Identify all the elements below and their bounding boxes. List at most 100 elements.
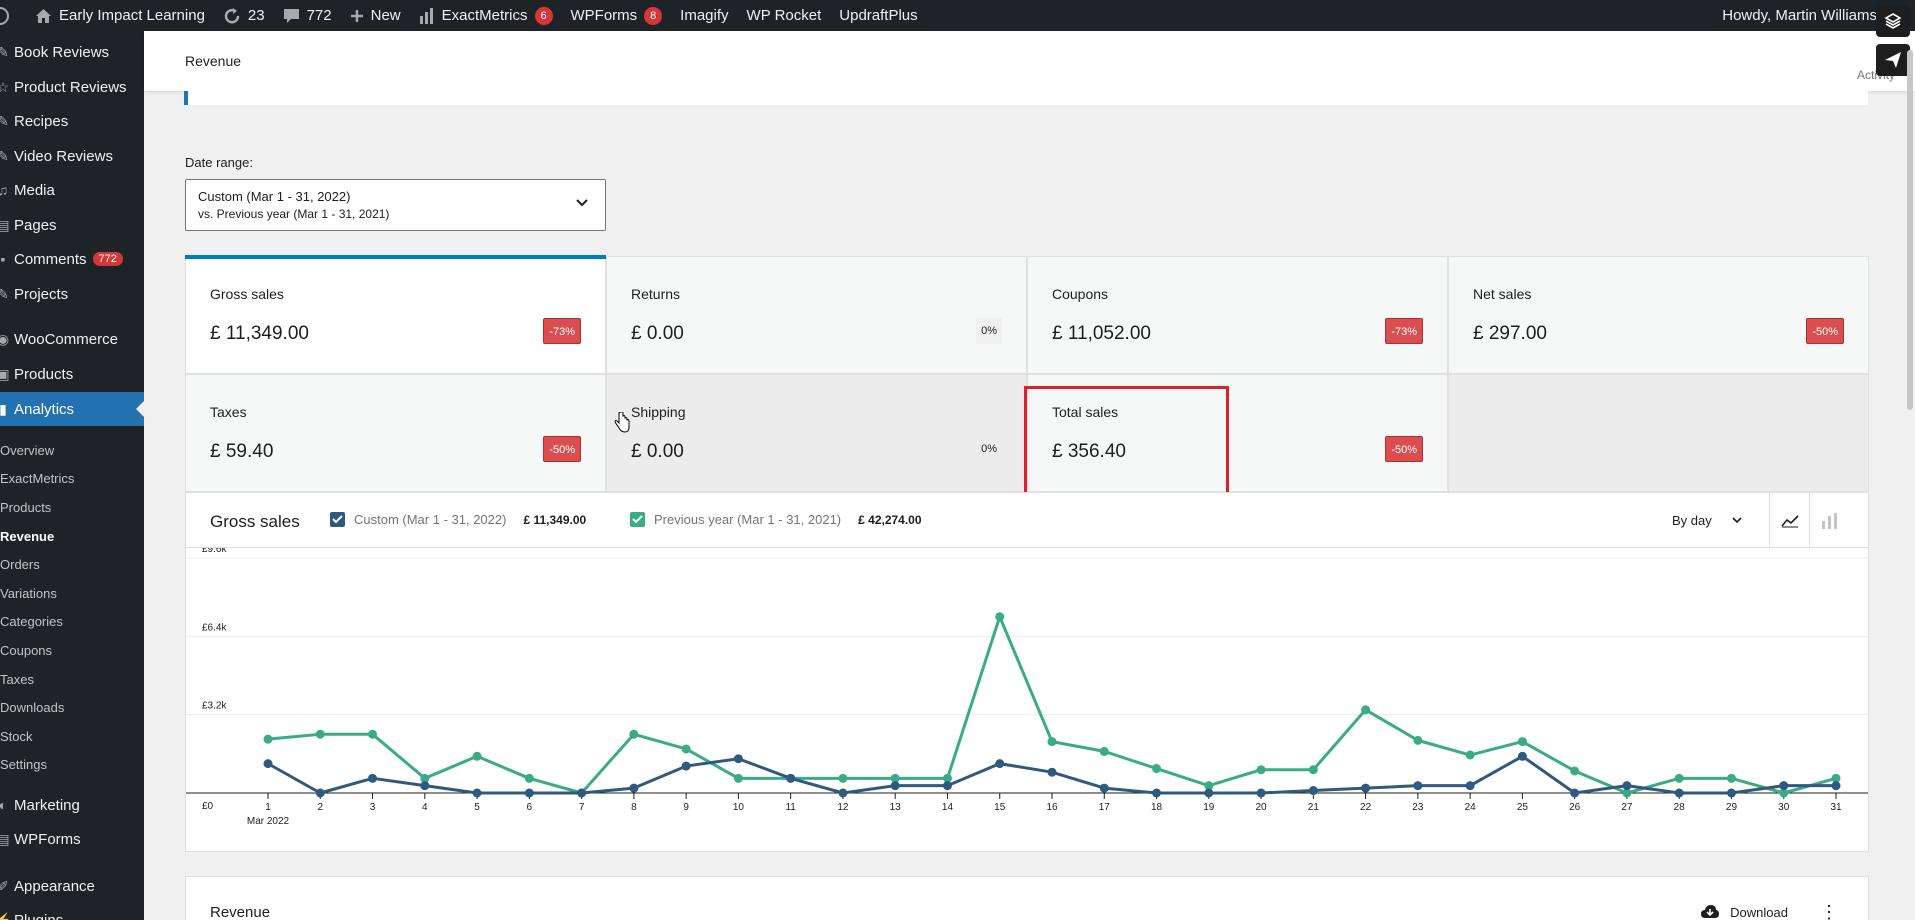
- sidebar-item-label: Appearance: [14, 877, 95, 895]
- data-point-current: [681, 761, 691, 771]
- chart-header: Gross sales Custom (Mar 1 - 31, 2022) £ …: [186, 493, 1868, 548]
- date-range-dropdown[interactable]: Custom (Mar 1 - 31, 2022) vs. Previous y…: [185, 179, 606, 231]
- submenu-revenue[interactable]: Revenue: [0, 529, 54, 544]
- data-point-previous: [838, 773, 848, 783]
- sidebar-item-appearance[interactable]: ✐ Appearance: [0, 869, 144, 903]
- wprocket-menu[interactable]: WP Rocket: [738, 0, 831, 31]
- x-tick-label: 25: [1517, 802, 1529, 813]
- send-button[interactable]: [1876, 44, 1910, 76]
- pin-icon: ✎: [0, 112, 9, 129]
- submenu-categories[interactable]: Categories: [0, 614, 63, 629]
- summary-tile-returns[interactable]: Returns £ 0.00 0%: [606, 256, 1027, 374]
- sidebar-item-products[interactable]: ▣ Products: [0, 357, 144, 391]
- page-scrollbar[interactable]: [1907, 50, 1913, 410]
- hand-cursor-icon: [614, 412, 630, 433]
- exactmetrics-menu[interactable]: ExactMetrics 6: [410, 0, 562, 31]
- data-point-current: [733, 754, 743, 764]
- sidebar-item-label: Media: [14, 181, 55, 199]
- submenu-exactmetrics[interactable]: ExactMetrics: [0, 471, 74, 486]
- summary-tile-shipping[interactable]: Shipping £ 0.00 0%: [606, 374, 1027, 492]
- legend-current[interactable]: Custom (Mar 1 - 31, 2022) £ 11,349.00: [330, 512, 586, 527]
- sidebar-item-wpforms[interactable]: ▤ WPForms: [0, 822, 144, 856]
- x-tick-label: 18: [1151, 802, 1163, 813]
- download-button[interactable]: Download: [1700, 904, 1788, 920]
- data-point-current: [1099, 783, 1109, 793]
- x-tick-label: 5: [474, 802, 480, 813]
- comments-count: 772: [306, 7, 332, 24]
- data-point-current: [420, 781, 430, 791]
- wpforms-menu[interactable]: WPForms 8: [562, 0, 672, 31]
- submenu-stock[interactable]: Stock: [0, 729, 33, 744]
- exactmetrics-badge: 6: [534, 6, 553, 25]
- submenu-overview[interactable]: Overview: [0, 443, 54, 458]
- tile-value: £ 59.40: [210, 441, 274, 462]
- summary-tile-empty: [1448, 374, 1869, 492]
- sidebar-item-comments[interactable]: ▪ Comments 772: [0, 242, 144, 276]
- comments-menu[interactable]: 772: [274, 0, 341, 31]
- sidebar-item-woocommerce[interactable]: ◉ WooCommerce: [0, 322, 144, 356]
- summary-tile-net-sales[interactable]: Net sales £ 297.00 -50%: [1448, 256, 1869, 374]
- sidebar-item-label: Analytics: [14, 400, 75, 418]
- sidebar-item-recipes[interactable]: ✎ Recipes: [0, 104, 144, 138]
- interval-select[interactable]: By day: [1672, 513, 1742, 528]
- sidebar-item-label: Marketing: [14, 796, 80, 814]
- data-point-previous: [681, 744, 691, 754]
- wprocket-label: WP Rocket: [746, 7, 822, 24]
- submenu-settings[interactable]: Settings: [0, 757, 47, 772]
- bar-chart-toggle[interactable]: [1809, 493, 1849, 548]
- submenu-products[interactable]: Products: [0, 500, 51, 515]
- layers-button[interactable]: [1876, 5, 1910, 37]
- legend-previous-label: Previous year (Mar 1 - 31, 2021): [654, 512, 842, 527]
- wp-logo-menu[interactable]: [0, 0, 26, 31]
- data-point-previous: [472, 751, 482, 761]
- summary-tile-coupons[interactable]: Coupons £ 11,052.00 -73%: [1027, 256, 1448, 374]
- data-point-current: [1622, 781, 1632, 791]
- pin-icon: ✎: [0, 285, 9, 302]
- sidebar-item-marketing[interactable]: ◐ Marketing: [0, 788, 144, 822]
- new-content-menu[interactable]: New: [341, 0, 410, 31]
- submenu-variations[interactable]: Variations: [0, 586, 57, 601]
- data-point-previous: [315, 729, 325, 739]
- wpforms-badge: 8: [644, 6, 663, 25]
- summary-tile-taxes[interactable]: Taxes £ 59.40 -50%: [185, 374, 606, 492]
- tile-label: Net sales: [1473, 286, 1532, 302]
- data-point-current: [1413, 781, 1423, 791]
- legend-previous-total: £ 42,274.00: [858, 512, 922, 527]
- page-title: Revenue: [185, 53, 242, 69]
- submenu-downloads[interactable]: Downloads: [0, 700, 64, 715]
- plug-icon: ⚡: [0, 911, 12, 920]
- summary-tile-gross-sales[interactable]: Gross sales £ 11,349.00 -73%: [185, 256, 606, 374]
- site-name-menu[interactable]: Early Impact Learning: [26, 0, 214, 31]
- sidebar-item-media[interactable]: ♫ Media: [0, 173, 144, 207]
- sidebar-item-video-reviews[interactable]: ✎ Video Reviews: [0, 139, 144, 173]
- legend-previous[interactable]: Previous year (Mar 1 - 31, 2021) £ 42,27…: [630, 512, 922, 527]
- submenu-orders[interactable]: Orders: [0, 557, 40, 572]
- x-tick-label: 14: [942, 802, 954, 813]
- sidebar-item-plugins[interactable]: ⚡ Plugins: [0, 903, 144, 920]
- submenu-coupons[interactable]: Coupons: [0, 643, 52, 658]
- legend-current-total: £ 11,349.00: [523, 512, 587, 527]
- new-label: New: [370, 7, 401, 24]
- sidebar-item-product-reviews[interactable]: ☆ Product Reviews: [0, 70, 144, 104]
- submenu-taxes[interactable]: Taxes: [0, 672, 34, 687]
- pin-icon: ✎: [0, 43, 9, 60]
- x-tick-label: 10: [733, 802, 745, 813]
- x-tick-label: 24: [1465, 802, 1477, 813]
- wordpress-icon: [0, 6, 9, 25]
- sidebar-item-book-reviews[interactable]: ✎ Book Reviews: [0, 35, 144, 69]
- updraftplus-menu[interactable]: UpdraftPlus: [830, 0, 926, 31]
- sidebar-item-pages[interactable]: ▤ Pages: [0, 208, 144, 242]
- line-chart-toggle[interactable]: [1769, 493, 1809, 548]
- tile-label: Gross sales: [210, 286, 284, 302]
- imagify-menu[interactable]: Imagify: [671, 0, 737, 31]
- data-point-current: [942, 781, 952, 791]
- data-point-current: [1517, 751, 1527, 761]
- account-menu[interactable]: Howdy, Martin Williams: [1722, 0, 1877, 31]
- exactmetrics-label: ExactMetrics: [441, 7, 528, 24]
- chart-title: Gross sales: [210, 512, 300, 531]
- annotation-highlight-box: [1024, 386, 1229, 495]
- sidebar-item-projects[interactable]: ✎ Projects: [0, 277, 144, 311]
- sidebar-item-analytics[interactable]: ▮ Analytics: [0, 392, 144, 426]
- updates-menu[interactable]: 23: [214, 0, 274, 31]
- more-options-icon[interactable]: ⋮: [1820, 902, 1838, 920]
